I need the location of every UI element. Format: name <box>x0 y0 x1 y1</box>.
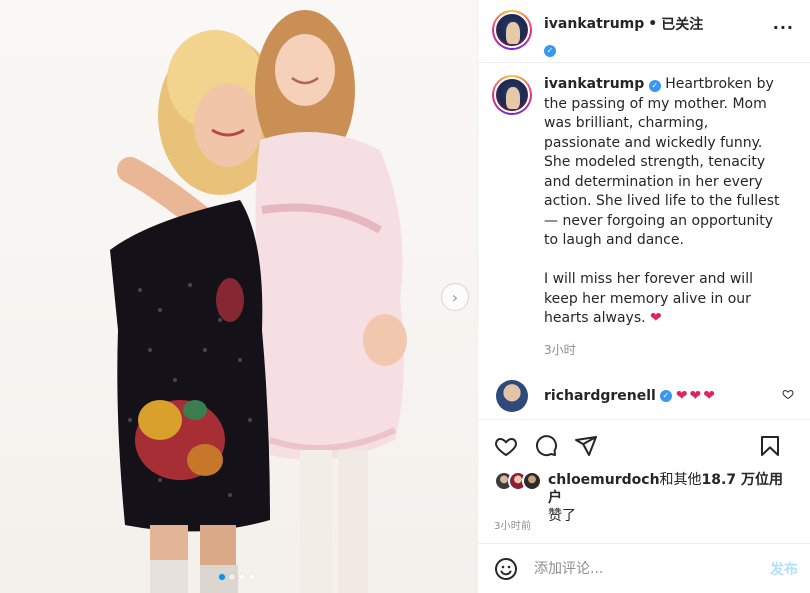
carousel-indicator <box>219 574 255 580</box>
likes-connector: 和其他 <box>659 472 702 488</box>
next-slide-button[interactable]: › <box>441 283 469 311</box>
verified-icon: ✓ <box>544 44 556 57</box>
post-photo <box>110 10 407 593</box>
author-username[interactable]: ivankatrump <box>544 16 644 32</box>
comment-input[interactable] <box>534 560 770 577</box>
caption-avatar[interactable] <box>492 75 532 115</box>
commenter-username[interactable]: richardgrenell <box>544 388 656 404</box>
caption-username[interactable]: ivankatrump <box>544 76 644 92</box>
comment-text: ❤❤❤ <box>675 387 718 404</box>
caption-time[interactable]: 3小时 <box>544 341 794 358</box>
emoji-icon[interactable] <box>494 557 518 581</box>
carousel-dot <box>229 574 235 580</box>
more-options-button[interactable]: ··· <box>773 18 794 37</box>
caption: ivankatrump ✓ Heartbroken by the passing… <box>492 75 794 329</box>
carousel-dot <box>219 574 225 580</box>
caption-text: Heartbroken by the passing of my mother.… <box>544 76 780 326</box>
comment-icon[interactable] <box>534 434 558 458</box>
carousel-dot <box>249 574 255 580</box>
save-icon[interactable] <box>758 434 782 458</box>
like-icon[interactable] <box>494 434 518 458</box>
comment-like-icon[interactable] <box>782 388 794 403</box>
post-timestamp[interactable]: 3小时前 <box>478 511 810 543</box>
likes-summary: chloemurdoch和其他18.7 万位用户 赞了 <box>478 471 810 524</box>
comments-section[interactable]: ivankatrump ✓ Heartbroken by the passing… <box>478 63 810 419</box>
comment-item: richardgrenell ✓ ❤❤❤ <box>492 379 794 412</box>
add-comment-bar: 发布 <box>478 543 810 593</box>
post-header: ivankatrump • 已关注 ✓ ··· <box>478 0 810 63</box>
post-comment-button[interactable]: 发布 <box>770 559 798 579</box>
header-separator: • <box>648 16 658 32</box>
follow-status-button[interactable]: 已关注 <box>661 14 703 34</box>
avatar-image <box>494 77 530 113</box>
heart-emoji-icon: ❤ <box>650 310 662 326</box>
liker-avatar[interactable] <box>522 471 542 491</box>
verified-icon: ✓ <box>659 389 672 402</box>
verified-badge-wrap: ✓ <box>544 38 703 57</box>
instagram-post: › ivankatrump • 已关注 ✓ ··· ivankatrump ✓ … <box>0 0 810 593</box>
caption-body: ivankatrump ✓ Heartbroken by the passing… <box>544 75 784 329</box>
liker-username[interactable]: chloemurdoch <box>548 472 660 488</box>
post-side-panel: ivankatrump • 已关注 ✓ ··· ivankatrump ✓ He… <box>478 0 810 593</box>
header-text: ivankatrump • 已关注 ✓ <box>544 14 703 57</box>
post-media[interactable]: › <box>0 0 478 593</box>
header-line: ivankatrump • 已关注 <box>544 14 703 34</box>
liker-avatars <box>494 471 542 491</box>
verified-icon: ✓ <box>648 79 661 92</box>
share-icon[interactable] <box>574 434 598 458</box>
avatar-image <box>494 12 530 48</box>
action-bar <box>478 419 810 471</box>
author-avatar[interactable] <box>492 10 532 50</box>
commenter-avatar[interactable] <box>496 379 528 412</box>
carousel-dot <box>239 574 245 580</box>
